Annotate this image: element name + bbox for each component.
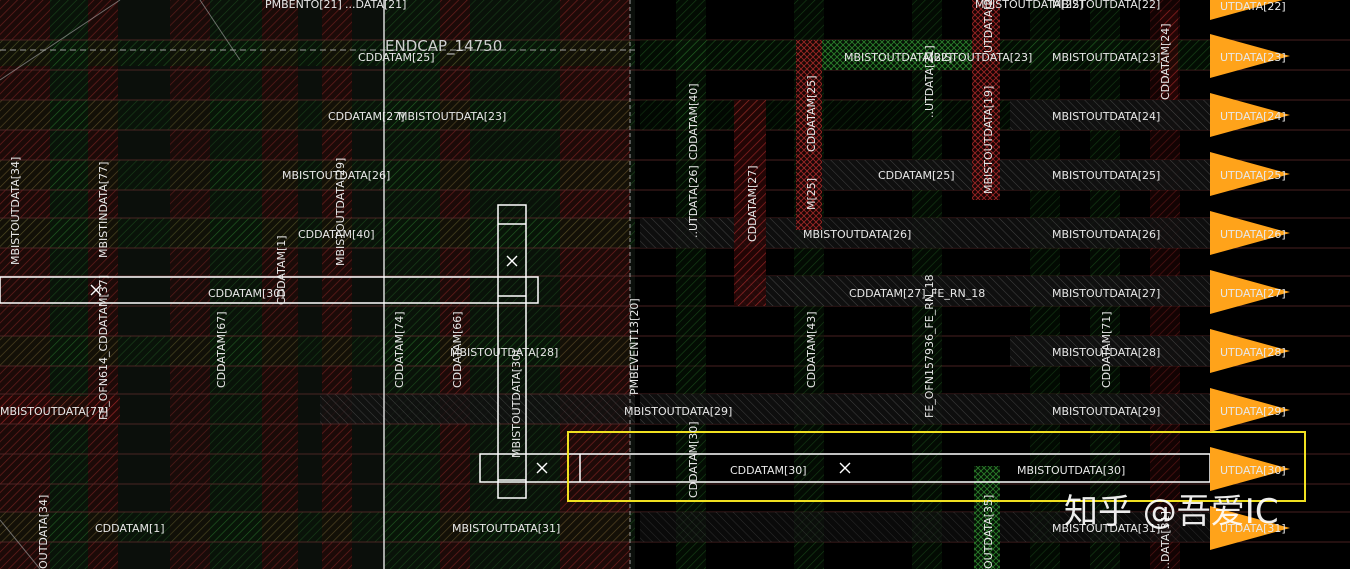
net-label: CDDATAM[25]	[358, 51, 435, 64]
net-label: MBISTOUTDATA[23]	[398, 110, 506, 123]
net-label: MBISTOUTDATA[28]	[450, 346, 558, 359]
net-label: CDDATAM[30]	[730, 464, 807, 477]
pin-label: UTDATA[25]	[1220, 169, 1286, 182]
net-label-vertical: CDDATAM[25]	[805, 75, 818, 152]
net-label: MBISTOUTDATA[23]	[924, 51, 1032, 64]
net-label-vertical: ..UTDATA[21]	[923, 45, 936, 118]
net-label-vertical: PMBEVENT13[20]	[628, 298, 641, 395]
net-label: MBISTOUTDATA[77]	[0, 405, 108, 418]
net-label: CDDATAM[27]_FE_RN_18	[849, 287, 985, 300]
net-label: MBISTOUTDATA[22]	[1052, 0, 1160, 11]
net-label-vertical: CDDATAM[67]	[215, 311, 228, 388]
pin-label: UTDATA[30]	[1220, 464, 1286, 477]
row-band	[0, 40, 635, 66]
net-label-vertical: OUTDATA[34]	[37, 495, 50, 569]
net-label-vertical: MBISTOUTDATA[34]	[9, 157, 22, 265]
net-label: CDDATAM[1]	[95, 522, 165, 535]
net-label: MBISTOUTDATA[31]	[452, 522, 560, 535]
net-label-vertical: CDDATAM[43]	[805, 311, 818, 388]
net-label: MBISTOUTDATA[29]	[624, 405, 732, 418]
net-label-vertical: OUTDATA[35]	[982, 495, 995, 569]
net-label-vertical: MBISTOUTDATA[30]	[510, 350, 523, 458]
net-label-vertical: CDDATAM[71]	[1100, 311, 1113, 388]
net-label-vertical: CDDATAM[24]	[1159, 23, 1172, 100]
net-label: MBISTOUTDATA[30]	[1017, 464, 1125, 477]
net-label-vertical: CDDATAM[30]	[687, 421, 700, 498]
pin-label: UTDATA[26]	[1220, 228, 1286, 241]
net-label: MBISTOUTDATA[29]	[1052, 405, 1160, 418]
row-band	[0, 100, 635, 130]
pin-label: UTDATA[28]	[1220, 346, 1286, 359]
net-label: ...DATA[21]	[345, 0, 406, 11]
net-label-vertical: MBISTINDATA[77]	[97, 162, 110, 258]
net-label-vertical: FE_OFN157936_FE_RN_18	[923, 274, 936, 418]
net-label: MBISTOUTDATA[25]	[1052, 169, 1160, 182]
net-label-vertical: MBISTOUTDATA[19]	[982, 86, 995, 194]
net-label: PMBENTO[21]	[265, 0, 342, 11]
net-label-vertical: ..UTDATA[22]	[982, 0, 995, 60]
net-label: CDDATAM[27]	[328, 110, 405, 123]
net-label-vertical: CDDATAM[66]	[451, 311, 464, 388]
net-label: CDDATAM[25]	[878, 169, 955, 182]
pin-label: UTDATA[24]	[1220, 110, 1286, 123]
layout-canvas[interactable]: ENDCAP_14750 PMBENTO[21] ...DATA[21] CDD…	[0, 0, 1350, 569]
pin-label: UTDATA[23]	[1220, 51, 1286, 64]
net-label-vertical: MBISTOUTDATA[29]	[334, 158, 347, 266]
net-label-vertical: CDDATAM[40]	[687, 83, 700, 160]
net-label: MBISTOUTDATA[23]	[1052, 51, 1160, 64]
net-label-vertical: ..UTDATA[26]	[687, 165, 700, 238]
pin-label: UTDATA[22]	[1220, 0, 1286, 13]
net-label-vertical: CDDATAM[74]	[393, 311, 406, 388]
net-label: MBISTOUTDATA[26]	[1052, 228, 1160, 241]
net-label-vertical: CDDATAM[27]	[746, 165, 759, 242]
net-label: CDDATAM[30]	[208, 287, 285, 300]
pin-label: UTDATA[29]	[1220, 405, 1286, 418]
net-label: MBISTOUTDATA[24]	[1052, 110, 1160, 123]
watermark: 知乎 @吾爱IC	[1064, 492, 1279, 532]
row-band	[320, 394, 635, 424]
net-label-vertical: FE_OFN614_CDDATAM[37]	[97, 275, 110, 420]
net-label: MBISTOUTDATA[27]	[1052, 287, 1160, 300]
net-label-vertical: CDDATAM[1]	[275, 235, 288, 305]
net-label: MBISTOUTDATA[26]	[803, 228, 911, 241]
pin-label: UTDATA[27]	[1220, 287, 1286, 300]
net-label-vertical: M[25]	[805, 178, 818, 210]
